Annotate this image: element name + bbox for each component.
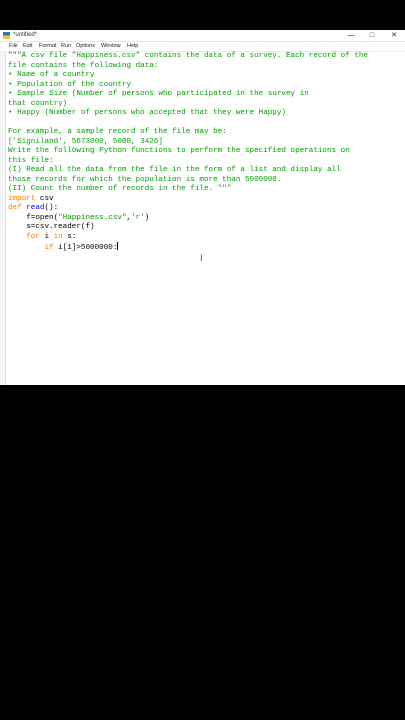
for-indent bbox=[8, 233, 26, 241]
idle-editor-window: *untitled* — □ ✕ File Edit Format Run Op… bbox=[0, 30, 405, 385]
ibeam-cursor-icon: I bbox=[200, 254, 203, 264]
menu-help[interactable]: Help bbox=[127, 42, 138, 51]
code-editor[interactable]: """A csv file "Happiness.csv" contains t… bbox=[0, 52, 405, 385]
def-keyword: def bbox=[8, 204, 22, 212]
def-signature: (): bbox=[44, 204, 59, 212]
if-keyword: if bbox=[44, 244, 54, 252]
loop-variable: i bbox=[39, 232, 54, 241]
loop-iterable: s: bbox=[62, 232, 77, 241]
menu-file[interactable]: File bbox=[9, 42, 18, 51]
docstring-line: those records for which the population i… bbox=[8, 175, 282, 184]
docstring-line: ['Signiland', 5673000, 5000, 3426] bbox=[8, 137, 163, 146]
import-keyword: import bbox=[8, 194, 36, 203]
text-caret bbox=[117, 242, 119, 250]
window-title: *untitled* bbox=[13, 32, 38, 38]
docstring-line: this file: bbox=[8, 156, 54, 165]
if-condition: i[1]>5000000: bbox=[53, 244, 118, 252]
code-text[interactable]: """A csv file "Happiness.csv" contains t… bbox=[8, 52, 368, 254]
editor-gutter bbox=[0, 52, 6, 385]
docstring-line: Write the following Python functions to … bbox=[8, 147, 350, 155]
menu-bar: File Edit Format Run Options Window Help bbox=[0, 42, 405, 52]
for-keyword: for bbox=[26, 232, 40, 241]
minimize-button[interactable]: — bbox=[340, 30, 362, 41]
docstring-line: that country) bbox=[8, 99, 68, 108]
docstring-line: • Name of a country bbox=[8, 71, 95, 79]
in-keyword: in bbox=[53, 232, 63, 241]
docstring-line: • Sample Size (Number of persons who par… bbox=[8, 90, 309, 98]
if-indent bbox=[8, 244, 44, 252]
menu-window[interactable]: Window bbox=[101, 42, 121, 51]
open-call: f=open( bbox=[8, 213, 59, 222]
close-button[interactable]: ✕ bbox=[383, 30, 405, 41]
docstring-line: (II) Count the number of records in the … bbox=[8, 185, 232, 193]
docstring-line: For example, a sample record of the file… bbox=[8, 128, 227, 136]
function-name: read bbox=[26, 204, 45, 212]
open-close: ) bbox=[144, 213, 150, 222]
menu-run[interactable]: Run bbox=[61, 42, 71, 51]
title-bar: *untitled* — □ ✕ bbox=[0, 30, 405, 42]
mode-string: 'r' bbox=[131, 213, 145, 222]
menu-options[interactable]: Options bbox=[76, 42, 95, 51]
docstring-line: (I) Read all the data from the file in t… bbox=[8, 166, 341, 174]
reader-line: s=csv.reader(f) bbox=[8, 223, 95, 231]
menu-format[interactable]: Format bbox=[39, 42, 56, 51]
docstring-line: """A csv file "Happiness.csv" contains t… bbox=[8, 52, 369, 60]
import-module: csv bbox=[35, 194, 54, 203]
docstring-line: file contains the following data: bbox=[8, 61, 159, 70]
menu-edit[interactable]: Edit bbox=[23, 42, 32, 51]
maximize-button[interactable]: □ bbox=[361, 30, 383, 41]
docstring-line: • Population of the country bbox=[8, 80, 132, 89]
filename-string: "Happiness.csv" bbox=[58, 213, 127, 222]
docstring-line: • Happy (Number of persons who accepted … bbox=[8, 109, 286, 117]
python-app-icon bbox=[3, 32, 10, 39]
